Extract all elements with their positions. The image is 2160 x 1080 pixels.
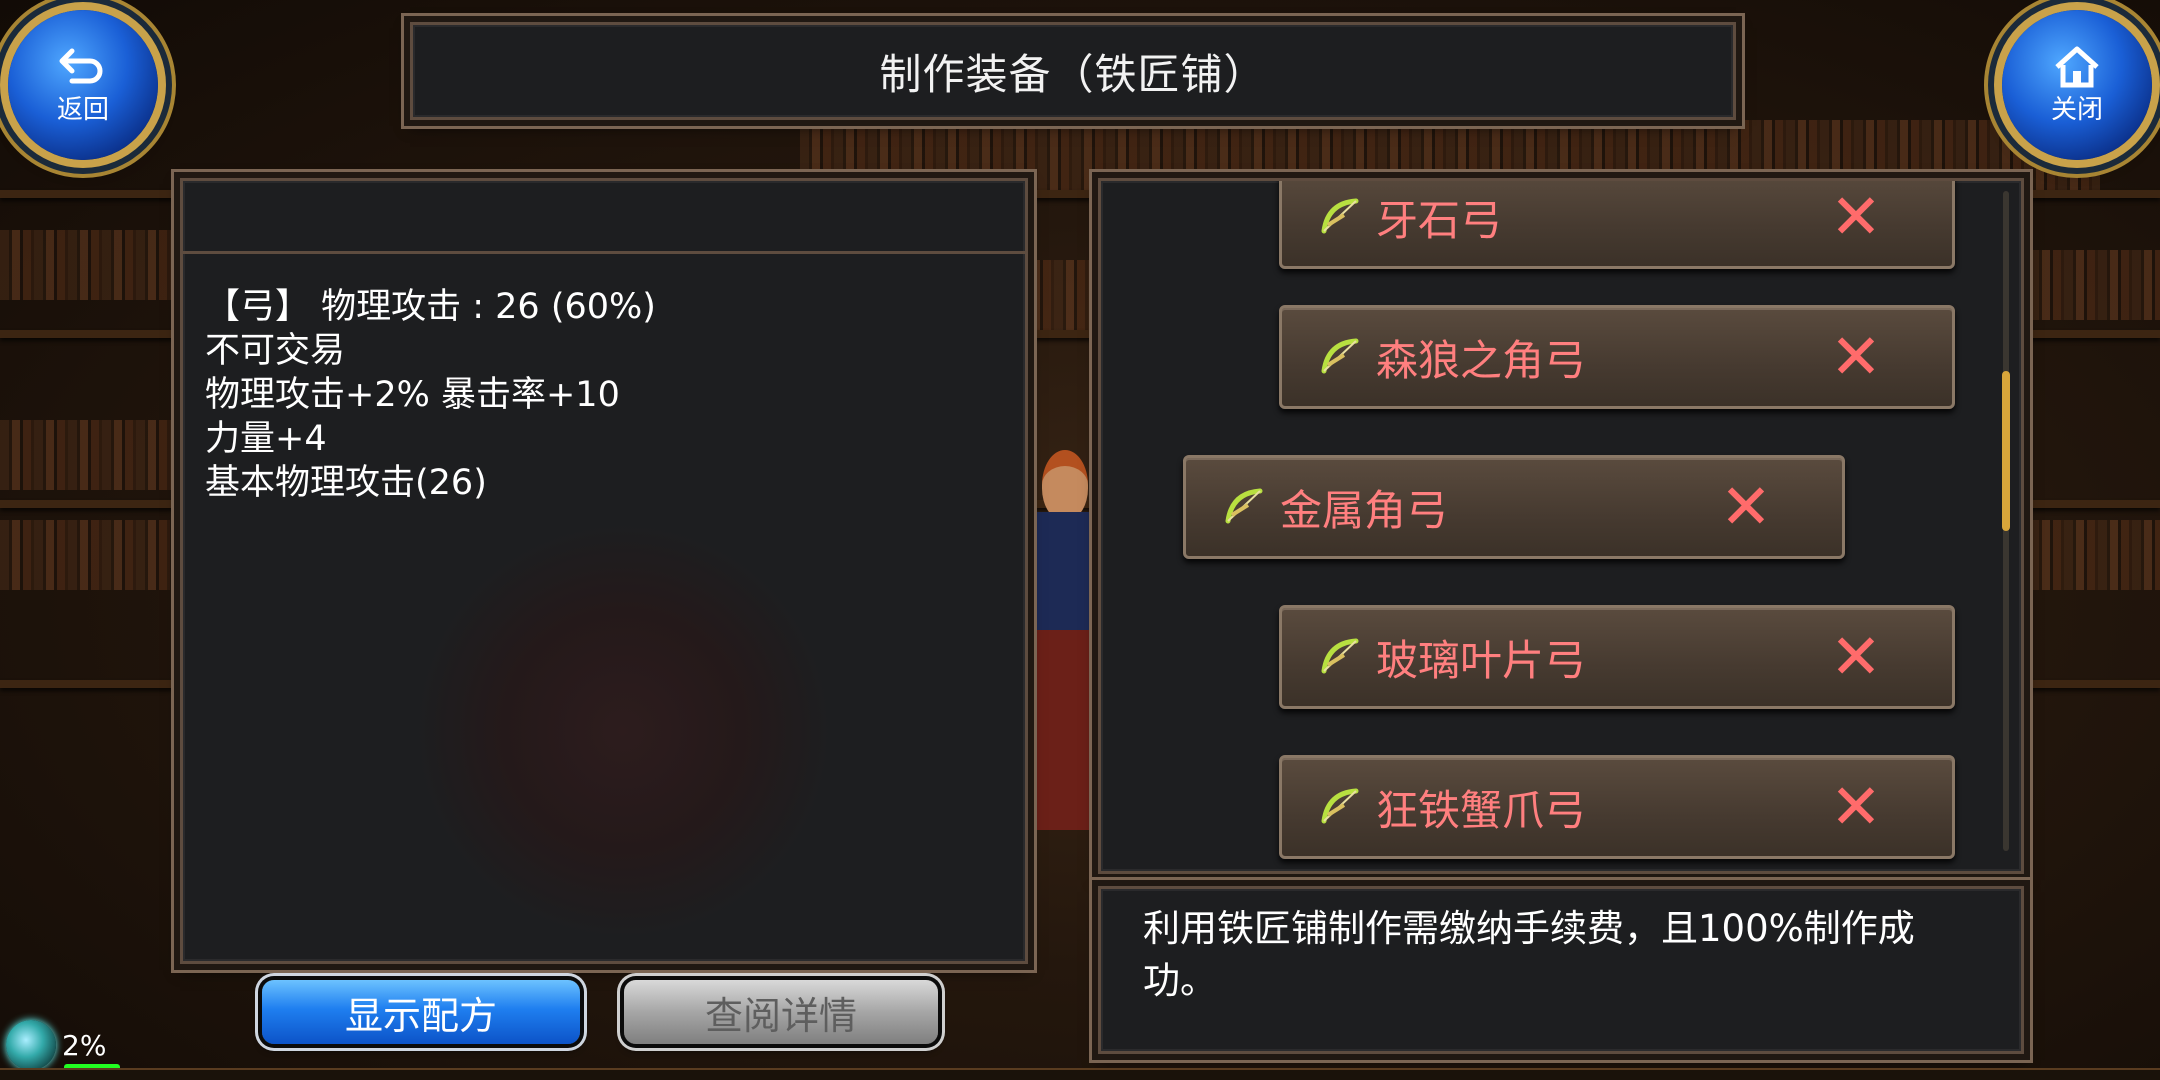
- info-panel: 利用铁匠铺制作需缴纳手续费，且100%制作成功。: [1098, 886, 2024, 1054]
- status-indicator: 2%: [6, 1020, 106, 1070]
- item-name: 狂铁蟹爪弓: [1376, 785, 1587, 835]
- bottom-strip: [0, 1068, 2160, 1080]
- list-item-selected[interactable]: 金属角弓 ✕: [1183, 455, 1845, 559]
- bow-icon: [1321, 338, 1359, 374]
- item-name: 玻璃叶片弓: [1376, 635, 1587, 685]
- view-detail-button[interactable]: 查阅详情: [624, 980, 938, 1044]
- desc-line: 基本物理攻击(26): [205, 463, 487, 503]
- desc-line: 【弓】 物理攻击 : 26 (60%): [205, 287, 656, 327]
- title-bar: 制作装备（铁匠铺）: [410, 22, 1736, 120]
- show-recipe-button[interactable]: 显示配方: [262, 980, 580, 1044]
- return-arrow-icon: [59, 48, 103, 83]
- desc-line: 力量+4: [205, 419, 327, 459]
- home-icon: [2055, 46, 2099, 87]
- status-percent: 2%: [62, 1028, 107, 1062]
- desc-line: 不可交易: [205, 331, 346, 371]
- desc-line: 物理攻击+2% 暴击率+10: [205, 375, 620, 415]
- emblem-watermark: [413, 521, 833, 941]
- bow-icon: [1225, 488, 1263, 524]
- recipe-list-panel[interactable]: 牙石弓 ✕ 森狼之角弓 ✕ 金属角弓 ✕ 玻璃叶片弓 ✕ 狂铁蟹爪弓 ✕: [1098, 178, 2024, 874]
- back-button[interactable]: 返回: [8, 10, 158, 160]
- x-mark-icon[interactable]: ✕: [1830, 186, 1882, 248]
- x-mark-icon[interactable]: ✕: [1830, 326, 1882, 388]
- page-title: 制作装备（铁匠铺）: [879, 49, 1267, 99]
- list-item[interactable]: 玻璃叶片弓 ✕: [1279, 605, 1955, 709]
- detail-header: [183, 181, 1025, 254]
- x-mark-icon[interactable]: ✕: [1830, 776, 1882, 838]
- scrollbar-thumb[interactable]: [2002, 371, 2010, 531]
- list-item[interactable]: 森狼之角弓 ✕: [1279, 305, 1955, 409]
- item-name: 牙石弓: [1376, 195, 1503, 245]
- bow-icon: [1321, 788, 1359, 824]
- bow-icon: [1321, 198, 1359, 234]
- bow-icon: [1321, 638, 1359, 674]
- item-detail-panel: 【弓】 物理攻击 : 26 (60%) 不可交易 物理攻击+2% 暴击率+10 …: [180, 178, 1028, 964]
- close-label: 关闭: [2050, 94, 2103, 125]
- list-item[interactable]: 牙石弓 ✕: [1279, 181, 1955, 269]
- npc-character: [1020, 450, 1100, 870]
- item-name: 金属角弓: [1280, 485, 1449, 535]
- x-mark-icon[interactable]: ✕: [1720, 476, 1772, 538]
- info-text: 利用铁匠铺制作需缴纳手续费，且100%制作成功。: [1143, 907, 1915, 1002]
- back-label: 返回: [56, 94, 109, 125]
- close-button[interactable]: 关闭: [2002, 10, 2152, 160]
- x-mark-icon[interactable]: ✕: [1830, 626, 1882, 688]
- list-item[interactable]: 狂铁蟹爪弓 ✕: [1279, 755, 1955, 859]
- orb-icon: [6, 1020, 56, 1070]
- item-name: 森狼之角弓: [1376, 335, 1587, 385]
- item-description: 【弓】 物理攻击 : 26 (60%) 不可交易 物理攻击+2% 暴击率+10 …: [205, 285, 656, 505]
